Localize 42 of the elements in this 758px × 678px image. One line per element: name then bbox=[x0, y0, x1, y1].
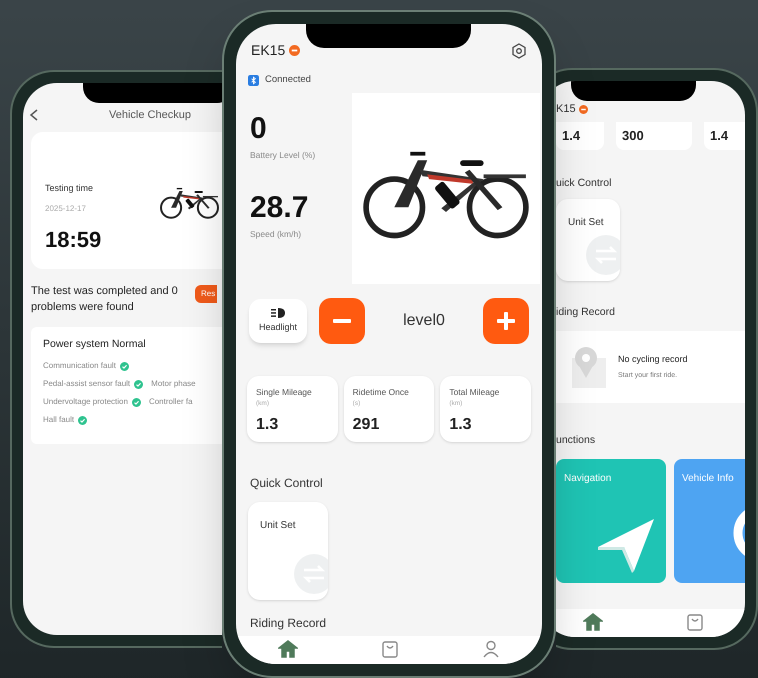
section-title: unctions bbox=[556, 433, 596, 448]
stat-label: Total Mileage bbox=[449, 386, 500, 399]
stat-value: 1.3 bbox=[449, 414, 473, 435]
section-title: Riding Record bbox=[249, 615, 328, 632]
unit-set-card[interactable]: Unit Set bbox=[556, 199, 620, 282]
stat-value: 291 bbox=[352, 414, 380, 435]
test-time: 18:59 bbox=[45, 226, 102, 254]
test-date: 2025-12-17 bbox=[45, 203, 87, 215]
check-label: Controller fa bbox=[148, 396, 193, 408]
assist-level: level0 bbox=[402, 311, 446, 332]
metric-label: Battery Level (%) bbox=[250, 149, 316, 162]
metric-label: Speed (km/h) bbox=[250, 228, 302, 241]
stat-value: 1.4 bbox=[562, 126, 580, 145]
stat-value: 1.3 bbox=[256, 414, 280, 435]
unit-set-card[interactable]: Unit Set bbox=[248, 502, 328, 600]
check-label: Pedal-assist sensor fault bbox=[43, 378, 130, 390]
connection-status: Connected bbox=[265, 73, 311, 87]
card-label: Unit Set bbox=[259, 519, 297, 534]
device-name: K15 bbox=[556, 102, 576, 117]
stat-value: 300 bbox=[622, 126, 644, 145]
section-title: uick Control bbox=[556, 176, 612, 190]
screen-title: Vehicle Checkup bbox=[109, 108, 191, 123]
metric-value: 0 bbox=[250, 113, 268, 146]
card-title: Power system Normal bbox=[43, 336, 147, 352]
testing-label: Testing time bbox=[45, 182, 94, 195]
headlight-button[interactable]: Headlight bbox=[249, 299, 307, 344]
check-label: Undervoltage protection bbox=[43, 396, 128, 408]
stat-label: Ridetime Once bbox=[352, 386, 410, 399]
section-title: Quick Control bbox=[249, 475, 324, 492]
check-label: Motor phase bbox=[151, 378, 196, 390]
check-label: Hall fault bbox=[43, 414, 74, 426]
check-label: Communication fault bbox=[43, 360, 116, 372]
card-label: Navigation bbox=[563, 472, 612, 486]
stat-label: Single Mileage bbox=[256, 386, 313, 399]
empty-title: No cycling record bbox=[618, 353, 688, 366]
device-name: EK15 bbox=[251, 41, 286, 60]
card-label: Vehicle Info bbox=[681, 472, 735, 486]
section-title: iding Record bbox=[556, 305, 616, 320]
metric-value: 28.7 bbox=[250, 192, 310, 224]
stat-value: 1.4 bbox=[710, 126, 728, 145]
result-text: The test was completed and 0 problems were found bbox=[31, 284, 179, 314]
card-label: Unit Set bbox=[567, 216, 605, 230]
